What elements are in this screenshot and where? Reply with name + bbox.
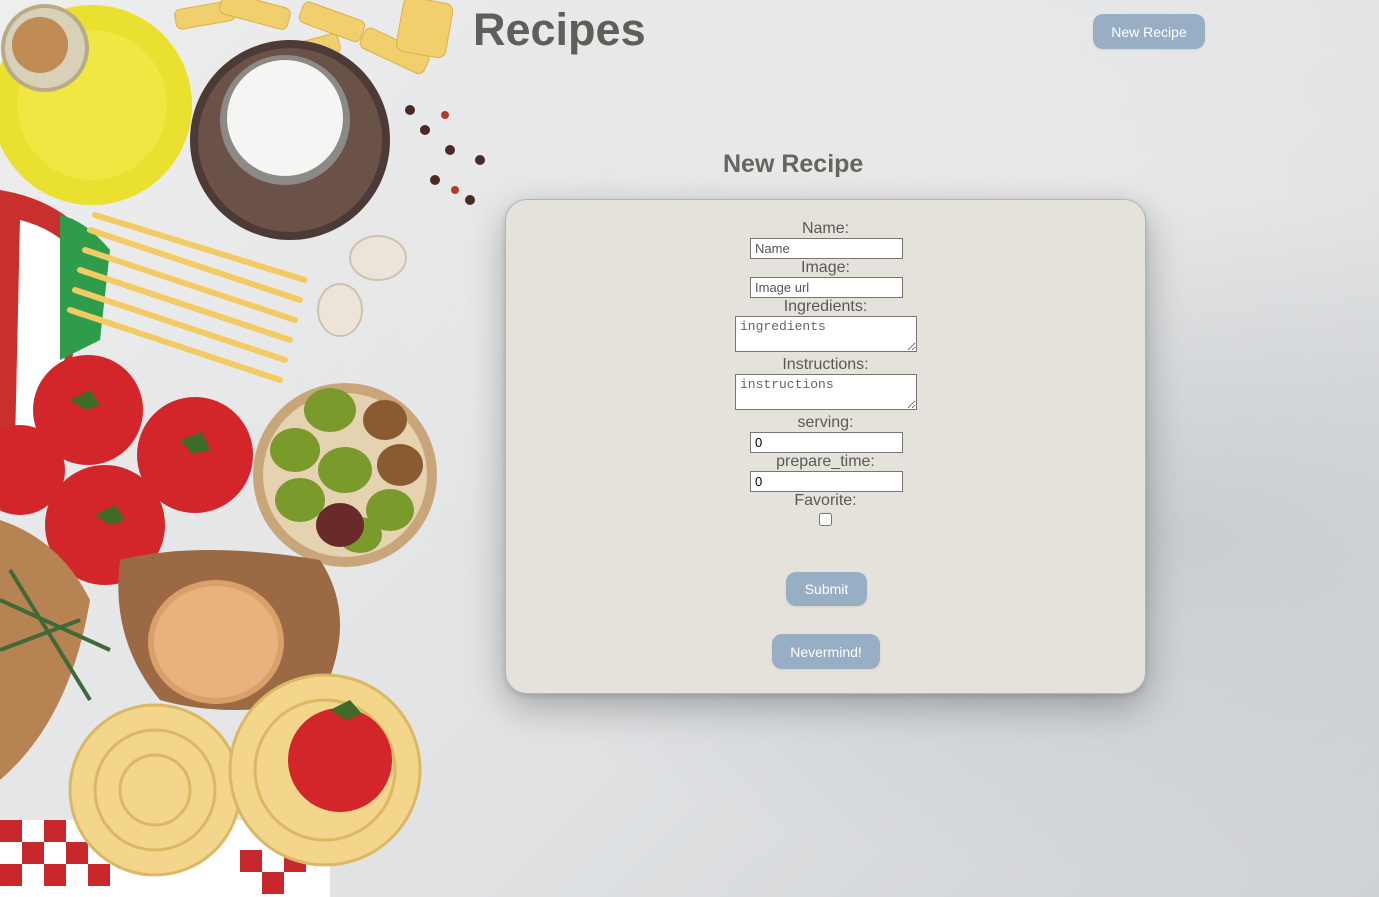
name-label: Name: [801,220,850,237]
olive-oil-bottle [0,4,192,205]
prepare-time-input[interactable] [750,471,903,492]
instructions-label: Instructions: [782,356,869,373]
submit-button[interactable]: Submit [786,572,867,606]
name-input[interactable] [750,238,903,259]
nevermind-button[interactable]: Nevermind! [772,634,880,669]
favorite-checkbox[interactable] [819,513,832,526]
page-title: Recipes [473,4,646,55]
new-recipe-form: Name: Image: Ingredients: Instructions: … [505,199,1146,694]
favorite-label: Favorite: [794,492,857,509]
serving-input[interactable] [750,432,903,453]
ingredients-label: Ingredients: [783,298,868,315]
serving-label: serving: [797,414,854,431]
ingredients-textarea[interactable] [735,316,917,352]
form-heading: New Recipe [723,150,864,178]
salt-bowl [190,40,390,240]
image-url-input[interactable] [750,277,903,298]
image-label: Image: [801,259,850,276]
prepare-time-label: prepare_time: [776,453,875,470]
instructions-textarea[interactable] [735,374,917,410]
new-recipe-button[interactable]: New Recipe [1093,14,1205,49]
olive-bowl [253,383,437,567]
food-background-image [0,0,485,897]
